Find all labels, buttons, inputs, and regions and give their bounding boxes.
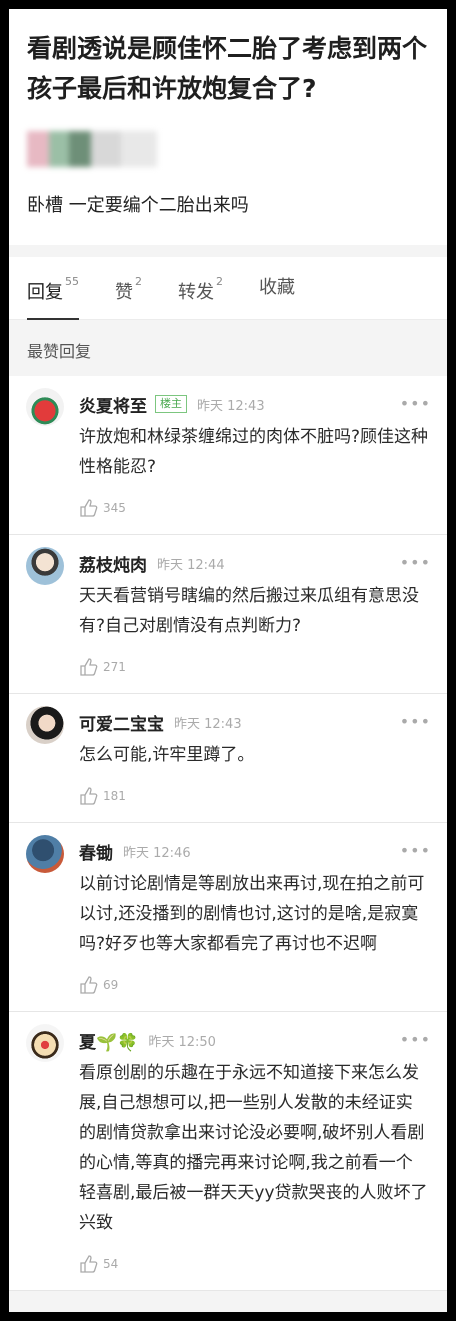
top-replies-heading: 最赞回复 [27, 342, 92, 361]
comment-author[interactable]: 春锄 [79, 839, 113, 864]
tab-replies[interactable]: 回复55 [27, 257, 79, 320]
comment-author[interactable]: 荔枝炖肉 [79, 551, 147, 576]
tab-favorites[interactable]: 收藏 [259, 257, 295, 319]
avatar[interactable] [26, 835, 64, 873]
avatar[interactable] [26, 1024, 64, 1062]
tab-label: 回复 [27, 282, 63, 303]
avatar[interactable] [26, 547, 64, 585]
comment-item: 炎夏将至 楼主 昨天 12:43 ••• 许放炮和林绿茶缠绵过的肉体不脏吗?顾佳… [9, 376, 447, 535]
thumbs-up-icon [80, 787, 98, 805]
thumbs-up-icon [80, 499, 98, 517]
avatar[interactable] [26, 388, 64, 426]
more-icon[interactable]: ••• [400, 712, 431, 731]
comment-item: 可爱二宝宝 昨天 12:43 ••• 怎么可能,许牢里蹲了。 181 [9, 694, 447, 823]
tab-label: 转发 [178, 282, 214, 303]
comment-text: 怎么可能,许牢里蹲了。 [79, 745, 255, 765]
like-count: 181 [103, 789, 126, 803]
like-button[interactable]: 181 [79, 770, 429, 822]
tab-count: 2 [135, 275, 142, 288]
like-count: 54 [103, 1257, 119, 1271]
like-button[interactable]: 54 [79, 1238, 429, 1290]
comment-author[interactable]: 炎夏将至 [79, 392, 147, 417]
comment-author[interactable]: 可爱二宝宝 [79, 710, 164, 735]
comment-text: 看原创剧的乐趣在于永远不知道接下来怎么发展,自己想想可以,把一些别人发散的未经证… [79, 1063, 428, 1233]
post-title: 看剧透说是顾佳怀二胎了考虑到两个孩子最后和许放炮复合了? [27, 34, 428, 103]
like-count: 345 [103, 501, 126, 515]
like-button[interactable]: 271 [79, 641, 429, 693]
thumbs-up-icon [80, 1255, 98, 1273]
screenshot-frame: 看剧透说是顾佳怀二胎了考虑到两个孩子最后和许放炮复合了? 卧槽 一定要编个二胎出… [9, 9, 447, 1312]
comment-time: 昨天 12:43 [174, 716, 242, 732]
comment-item: 荔枝炖肉 昨天 12:44 ••• 天天看营销号瞎编的然后搬过来瓜组有意思没有?… [9, 535, 447, 694]
tab-reposts[interactable]: 转发2 [178, 257, 223, 319]
tab-count: 2 [216, 275, 223, 288]
comment-text: 天天看营销号瞎编的然后搬过来瓜组有意思没有?自己对剧情没有点判断力? [79, 586, 419, 636]
comment-text: 以前讨论剧情是等剧放出来再讨,现在拍之前可以讨,还没播到的剧情也讨,这讨的是啥,… [79, 874, 425, 954]
comment-time: 昨天 12:44 [157, 557, 225, 573]
tab-count: 55 [65, 275, 79, 288]
thumbs-up-icon [80, 658, 98, 676]
tab-bar: 回复55 赞2 转发2 收藏 [9, 257, 447, 320]
more-icon[interactable]: ••• [400, 553, 431, 572]
more-icon[interactable]: ••• [400, 394, 431, 413]
like-button[interactable]: 345 [79, 482, 429, 534]
like-button[interactable]: 69 [79, 959, 429, 1011]
more-icon[interactable]: ••• [400, 1030, 431, 1049]
thumbs-up-icon [80, 976, 98, 994]
op-badge: 楼主 [155, 395, 187, 413]
like-count: 69 [103, 978, 119, 992]
post-body: 卧槽 一定要编个二胎出来吗 [27, 195, 249, 216]
comment-item: 春锄 昨天 12:46 ••• 以前讨论剧情是等剧放出来再讨,现在拍之前可以讨,… [9, 823, 447, 1012]
comment-time: 昨天 12:43 [197, 398, 265, 414]
comment-tabs-panel: 回复55 赞2 转发2 收藏 [9, 257, 447, 320]
comment-item: 夏🌱🍀 昨天 12:50 ••• 看原创剧的乐趣在于永远不知道接下来怎么发展,自… [9, 1012, 447, 1291]
tab-label: 收藏 [259, 277, 295, 298]
comment-author[interactable]: 夏🌱🍀 [79, 1028, 138, 1053]
avatar[interactable] [26, 706, 64, 744]
tab-likes[interactable]: 赞2 [115, 257, 142, 319]
tab-label: 赞 [115, 282, 133, 303]
more-icon[interactable]: ••• [400, 841, 431, 860]
comment-time: 昨天 12:46 [123, 845, 191, 861]
comment-text: 许放炮和林绿茶缠绵过的肉体不脏吗?顾佳这种性格能忍? [79, 427, 429, 477]
post-card: 看剧透说是顾佳怀二胎了考虑到两个孩子最后和许放炮复合了? 卧槽 一定要编个二胎出… [9, 9, 447, 245]
like-count: 271 [103, 660, 126, 674]
comment-time: 昨天 12:50 [148, 1034, 216, 1050]
blurred-author-info [27, 131, 157, 167]
